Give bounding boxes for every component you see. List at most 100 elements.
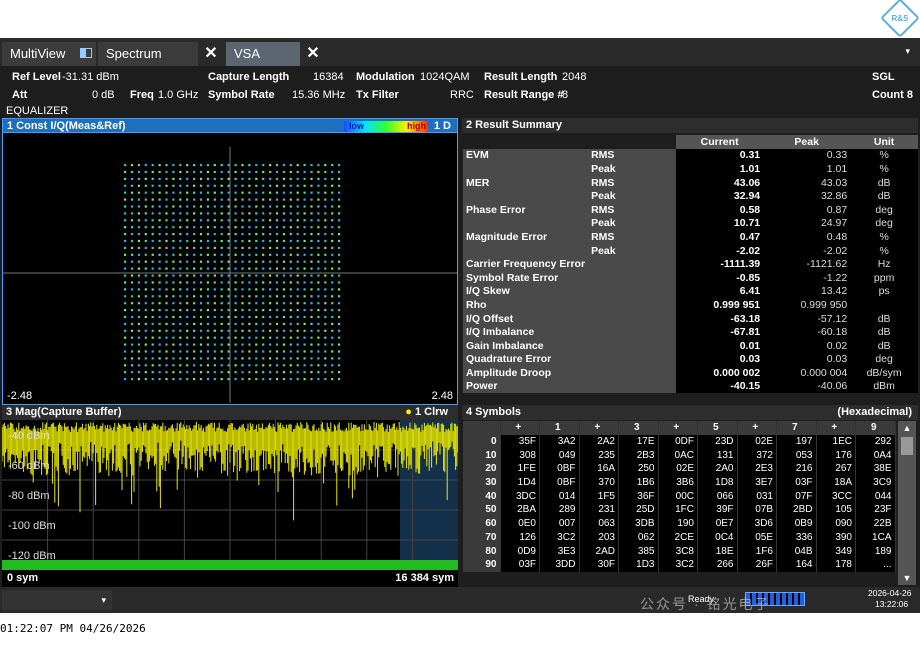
symbol-row: 90 03F 3DD 30F 1D3 3C2 266 26F 164 178... xyxy=(463,557,896,572)
const-point xyxy=(158,357,161,360)
result-length-value: 2048 xyxy=(562,71,587,83)
tab-vsa[interactable]: VSA xyxy=(226,42,300,66)
symbol-cell: 2BD xyxy=(776,503,817,517)
const-point xyxy=(130,350,134,353)
const-point xyxy=(227,233,230,236)
const-point xyxy=(144,329,147,332)
symbol-cell: 1FE xyxy=(500,462,540,476)
const-point xyxy=(199,378,203,381)
const-point xyxy=(331,191,334,194)
const-point xyxy=(151,350,154,353)
const-point xyxy=(151,219,154,222)
const-point xyxy=(151,309,154,312)
const-point xyxy=(324,371,327,374)
const-point xyxy=(137,164,140,167)
const-point xyxy=(130,371,134,374)
mag-ylabel-3: -100 dBm xyxy=(8,520,56,532)
const-point xyxy=(213,219,216,222)
const-point xyxy=(137,295,140,298)
const-point xyxy=(206,281,209,284)
mag-ylabel-0: -40 dBm xyxy=(8,430,50,442)
const-point xyxy=(310,226,313,229)
const-window-title[interactable]: 1 Const I/Q(Meas&Ref) low high 1 D xyxy=(2,118,458,133)
const-point xyxy=(144,281,147,284)
const-point xyxy=(186,170,189,174)
status-dropdown[interactable]: ▾ xyxy=(2,590,112,610)
const-point xyxy=(255,378,258,381)
const-point xyxy=(137,315,140,319)
const-point xyxy=(220,177,223,180)
const-point xyxy=(193,295,196,298)
scroll-down-icon[interactable]: ▼ xyxy=(898,571,916,585)
const-point xyxy=(227,212,230,215)
const-point xyxy=(331,315,334,319)
const-point xyxy=(137,233,140,236)
scroll-thumb[interactable] xyxy=(901,437,913,455)
const-point xyxy=(220,288,223,291)
const-point xyxy=(213,322,216,325)
result-unit: dB xyxy=(850,311,918,326)
analyzer-window: MultiView Spectrum ✕ VSA ✕ ▾ Ref Level -… xyxy=(0,38,920,613)
symbol-cell: 190 xyxy=(658,516,698,531)
const-point xyxy=(158,260,161,263)
symbol-cell: 3A2 xyxy=(539,434,580,449)
symbol-cell: 062 xyxy=(618,530,659,545)
result-unit: ps xyxy=(850,284,918,299)
const-point xyxy=(262,322,265,325)
const-point xyxy=(179,184,182,187)
const-point xyxy=(137,378,140,381)
const-point xyxy=(282,198,285,201)
const-point xyxy=(303,274,306,277)
trace-dot-icon: ● xyxy=(405,406,412,418)
const-point xyxy=(241,364,244,367)
const-point xyxy=(241,246,244,249)
const-point xyxy=(130,184,134,187)
symbol-cell: 1F5 xyxy=(579,489,619,504)
symbol-cell: 00C xyxy=(658,489,698,504)
result-summary-title[interactable]: 2 Result Summary xyxy=(462,118,918,133)
const-point xyxy=(248,281,251,284)
const-plot[interactable]: -2.48 2.48 xyxy=(2,133,458,405)
tab-multiview[interactable]: MultiView xyxy=(2,42,96,66)
const-point xyxy=(282,212,285,215)
const-point xyxy=(130,212,134,215)
const-point xyxy=(255,357,258,360)
const-point xyxy=(269,281,272,284)
tab-menu-arrow-icon[interactable]: ▾ xyxy=(905,46,910,57)
const-point xyxy=(144,336,147,339)
const-point xyxy=(338,315,341,319)
mag-plot[interactable]: -40 dBm -60 dBm -80 dBm -100 dBm -120 dB… xyxy=(2,420,458,570)
modulation-value: 1024QAM xyxy=(420,71,470,83)
const-point xyxy=(172,170,175,174)
const-point xyxy=(282,274,285,277)
symbol-cell: 3DC xyxy=(500,489,540,504)
const-point xyxy=(193,164,196,167)
const-point xyxy=(248,198,251,201)
const-point xyxy=(262,246,265,249)
symbol-cell: 35F xyxy=(500,434,540,449)
symbols-scrollbar[interactable]: ▲ ▼ xyxy=(898,421,916,585)
close-spectrum-icon[interactable]: ✕ xyxy=(200,43,222,65)
const-point xyxy=(186,226,189,229)
symbols-title[interactable]: 4 Symbols (Hexadecimal) xyxy=(462,405,918,420)
result-range-label: Result Range # xyxy=(484,89,564,101)
const-point xyxy=(296,219,299,222)
const-point xyxy=(186,267,189,270)
mag-window-title[interactable]: 3 Mag(Capture Buffer) ● 1 Clrw xyxy=(2,405,458,420)
symbol-cell: 3DB xyxy=(618,516,659,531)
tab-spectrum[interactable]: Spectrum xyxy=(98,42,198,66)
const-point xyxy=(179,219,182,222)
const-point xyxy=(220,281,223,284)
scroll-up-icon[interactable]: ▲ xyxy=(898,421,916,435)
close-vsa-icon[interactable]: ✕ xyxy=(302,43,324,65)
const-point xyxy=(269,315,272,319)
const-point xyxy=(331,198,334,201)
const-point xyxy=(199,205,203,208)
const-point xyxy=(255,309,258,312)
symbol-cell: 2AD xyxy=(579,544,619,558)
const-point xyxy=(186,378,189,381)
const-point xyxy=(179,198,182,201)
const-point xyxy=(124,184,127,187)
const-point xyxy=(186,309,189,312)
const-point xyxy=(227,205,230,208)
